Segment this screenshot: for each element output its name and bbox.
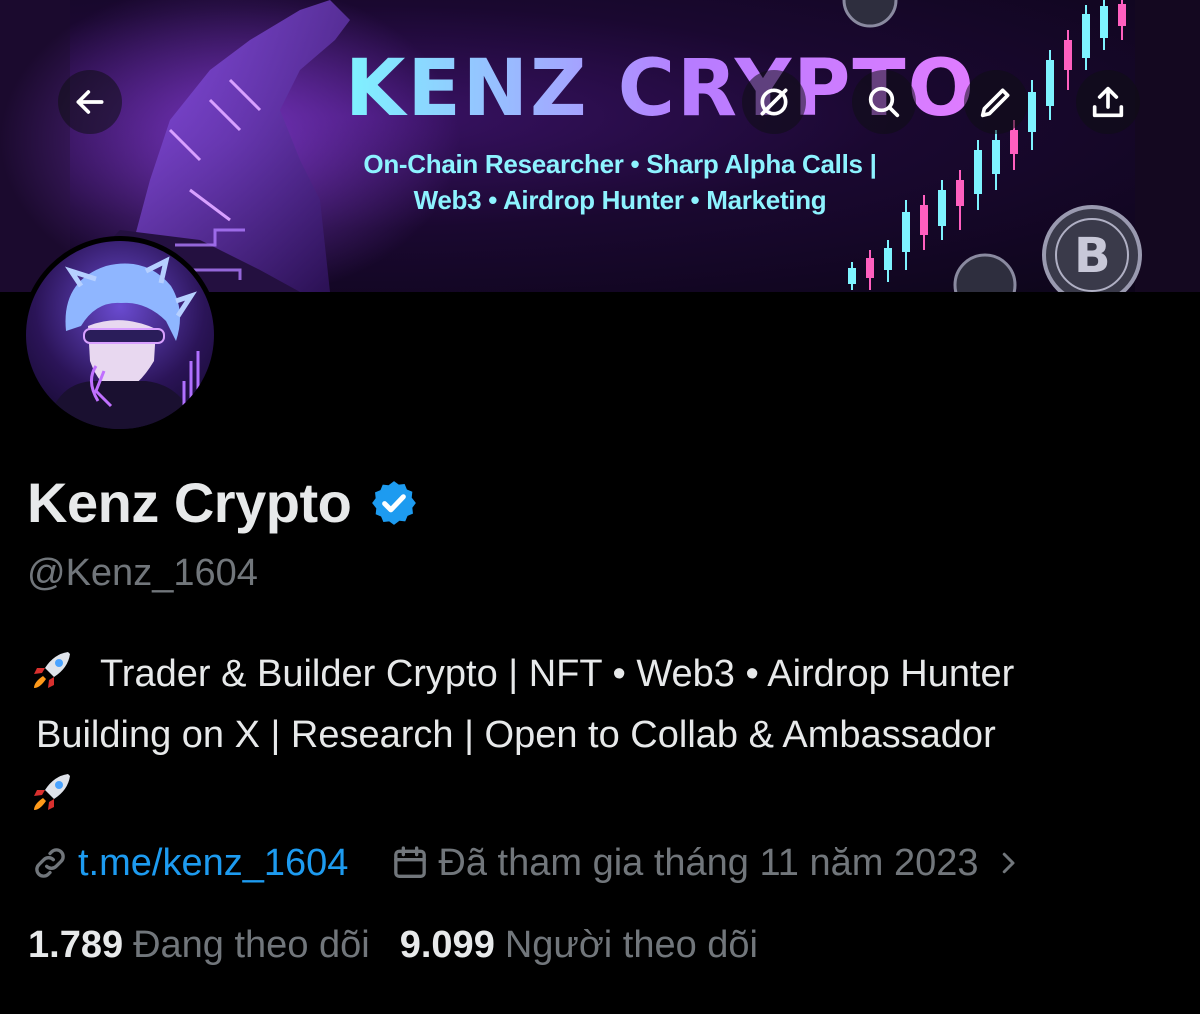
pencil-icon — [980, 88, 1010, 118]
display-name: Kenz Crypto — [27, 471, 352, 534]
bio-line-1: Trader & Builder Crypto | NFT • Web3 • A… — [28, 644, 1178, 705]
profile-link[interactable]: t.me/kenz_1604 — [78, 842, 348, 885]
back-button[interactable] — [58, 70, 122, 134]
bio-line-2: Building on X | Research | Open to Colla… — [36, 714, 996, 756]
verified-badge-icon[interactable] — [369, 478, 419, 528]
calendar-icon — [394, 846, 427, 878]
followers-count: 9.099 — [399, 923, 495, 966]
banner-subtitle-line1: On-Chain Researcher • Sharp Alpha Calls … — [363, 149, 877, 179]
profile-name-row: Kenz Crypto — [27, 470, 419, 535]
chevron-right-icon[interactable] — [993, 848, 1023, 878]
hide-button[interactable] — [742, 70, 806, 134]
following-count: 1.789 — [28, 923, 124, 966]
avatar-image — [26, 241, 214, 429]
profile-meta: t.me/kenz_1604 Đã tham gia tháng 11 năm … — [30, 838, 1023, 888]
avatar[interactable] — [21, 236, 219, 434]
joined-date[interactable]: Đã tham gia tháng 11 năm 2023 — [438, 842, 978, 885]
eye-slash-icon — [760, 88, 788, 116]
bitcoin-coin-letter: B — [1074, 228, 1111, 284]
rocket-emoji-icon — [34, 774, 70, 810]
follow-stats: 1.789 Đang theo dõi 9.099 Người theo dõi — [28, 920, 788, 970]
bio-line-3 — [28, 766, 1178, 827]
following-stat[interactable]: 1.789 Đang theo dõi — [28, 924, 370, 967]
rocket-emoji-icon — [34, 652, 70, 688]
avatar-artwork — [46, 256, 200, 429]
following-label: Đang theo dõi — [133, 923, 370, 966]
user-handle: @Kenz_1604 — [27, 552, 258, 594]
share-button[interactable] — [1076, 70, 1140, 134]
share-upload-icon — [1092, 86, 1124, 118]
arrow-left-icon — [76, 90, 104, 114]
followers-stat[interactable]: 9.099 Người theo dõi — [400, 924, 758, 967]
search-icon — [868, 86, 900, 118]
search-button[interactable] — [852, 70, 916, 134]
banner-subtitle: On-Chain Researcher • Sharp Alpha Calls … — [340, 146, 900, 218]
profile-page: KENZ CRYPTO On-Chain Researcher • Sharp … — [0, 0, 1200, 1014]
followers-label: Người theo dõi — [504, 923, 758, 966]
bio-text-1: Trader & Builder Crypto | NFT • Web3 • A… — [100, 653, 1015, 695]
profile-banner[interactable]: KENZ CRYPTO On-Chain Researcher • Sharp … — [0, 0, 1200, 292]
link-icon — [35, 848, 65, 878]
banner-subtitle-line2: Web3 • Airdrop Hunter • Marketing — [413, 185, 827, 215]
edit-button[interactable] — [964, 70, 1028, 134]
profile-bio: Trader & Builder Crypto | NFT • Web3 • A… — [28, 644, 1178, 827]
